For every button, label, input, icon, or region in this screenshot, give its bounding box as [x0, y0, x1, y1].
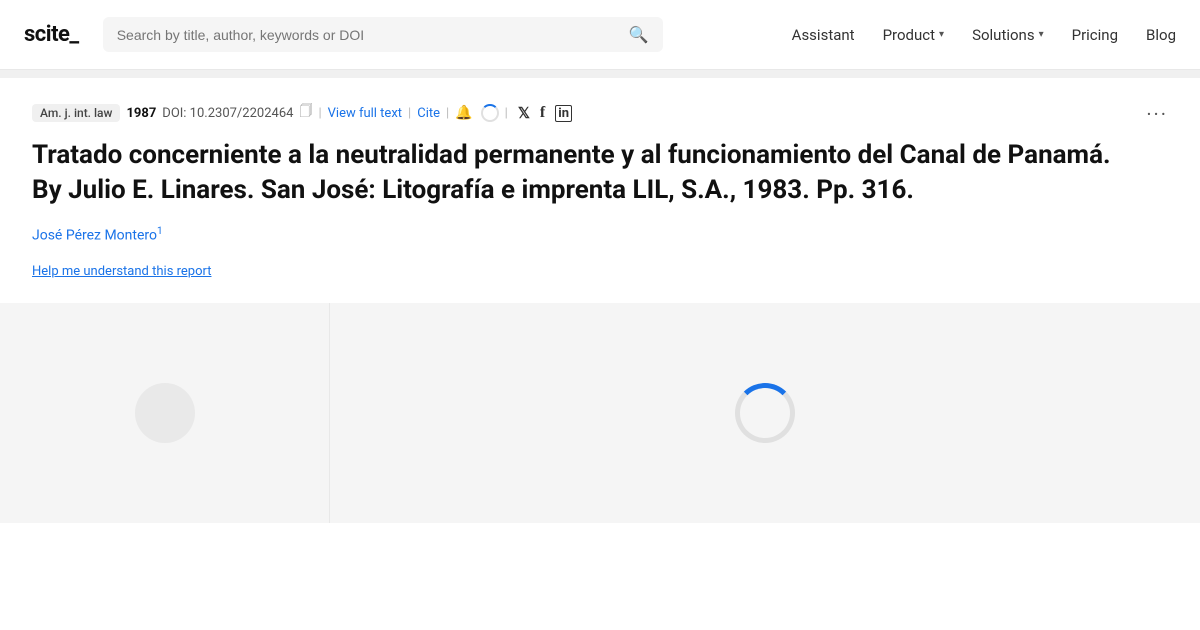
separator: | — [505, 106, 508, 121]
loading-spinner — [481, 104, 499, 122]
author-superscript: 1 — [157, 226, 163, 237]
facebook-icon[interactable]: f — [540, 104, 545, 122]
author-name: José Pérez Montero — [32, 228, 157, 244]
bell-icon[interactable]: 🔔 — [455, 105, 472, 121]
nav-links: Assistant Product ▾ Solutions ▾ Pricing … — [792, 26, 1176, 44]
logo[interactable]: scite_ — [24, 22, 79, 47]
cite-link[interactable]: Cite — [417, 106, 440, 121]
view-full-text-link[interactable]: View full text — [328, 106, 402, 121]
navbar: scite_ 🔍 Assistant Product ▾ Solutions ▾… — [0, 0, 1200, 70]
linkedin-icon[interactable]: in — [555, 105, 572, 122]
separator: | — [408, 106, 411, 121]
nav-item-pricing[interactable]: Pricing — [1072, 26, 1118, 44]
loading-indicator — [735, 383, 795, 443]
separator: | — [446, 106, 449, 121]
chevron-down-icon: ▾ — [1039, 29, 1044, 40]
article-content: ··· Am. j. int. law 1987 DOI: 10.2307/22… — [0, 78, 1200, 303]
chevron-down-icon: ▾ — [939, 29, 944, 40]
article-title: Tratado concerniente a la neutralidad pe… — [32, 138, 1132, 208]
bottom-left-panel — [0, 303, 330, 523]
article-authors[interactable]: José Pérez Montero1 — [32, 226, 1168, 244]
article-year: 1987 — [126, 106, 156, 121]
nav-item-blog[interactable]: Blog — [1146, 26, 1176, 44]
help-link[interactable]: Help me understand this report — [32, 264, 212, 279]
journal-tag: Am. j. int. law — [32, 104, 120, 122]
nav-item-solutions[interactable]: Solutions ▾ — [972, 26, 1044, 44]
article-meta-row: Am. j. int. law 1987 DOI: 10.2307/220246… — [32, 102, 1168, 124]
section-divider — [0, 70, 1200, 78]
separator: | — [318, 106, 321, 121]
search-icon: 🔍 — [629, 25, 649, 44]
bottom-section — [0, 303, 1200, 523]
twitter-icon[interactable]: 𝕏 — [518, 104, 530, 122]
search-bar[interactable]: 🔍 — [103, 17, 663, 52]
circular-placeholder — [135, 383, 195, 443]
copy-icon[interactable]: 🗍 — [299, 102, 312, 124]
social-icons: 𝕏 f in — [518, 104, 572, 122]
article-doi: DOI: 10.2307/2202464 — [162, 106, 293, 121]
search-input[interactable] — [117, 27, 621, 43]
nav-item-product[interactable]: Product ▾ — [883, 26, 944, 44]
nav-item-assistant[interactable]: Assistant — [792, 26, 855, 44]
more-options-button[interactable]: ··· — [1146, 102, 1168, 126]
bottom-right-panel — [330, 303, 1200, 523]
